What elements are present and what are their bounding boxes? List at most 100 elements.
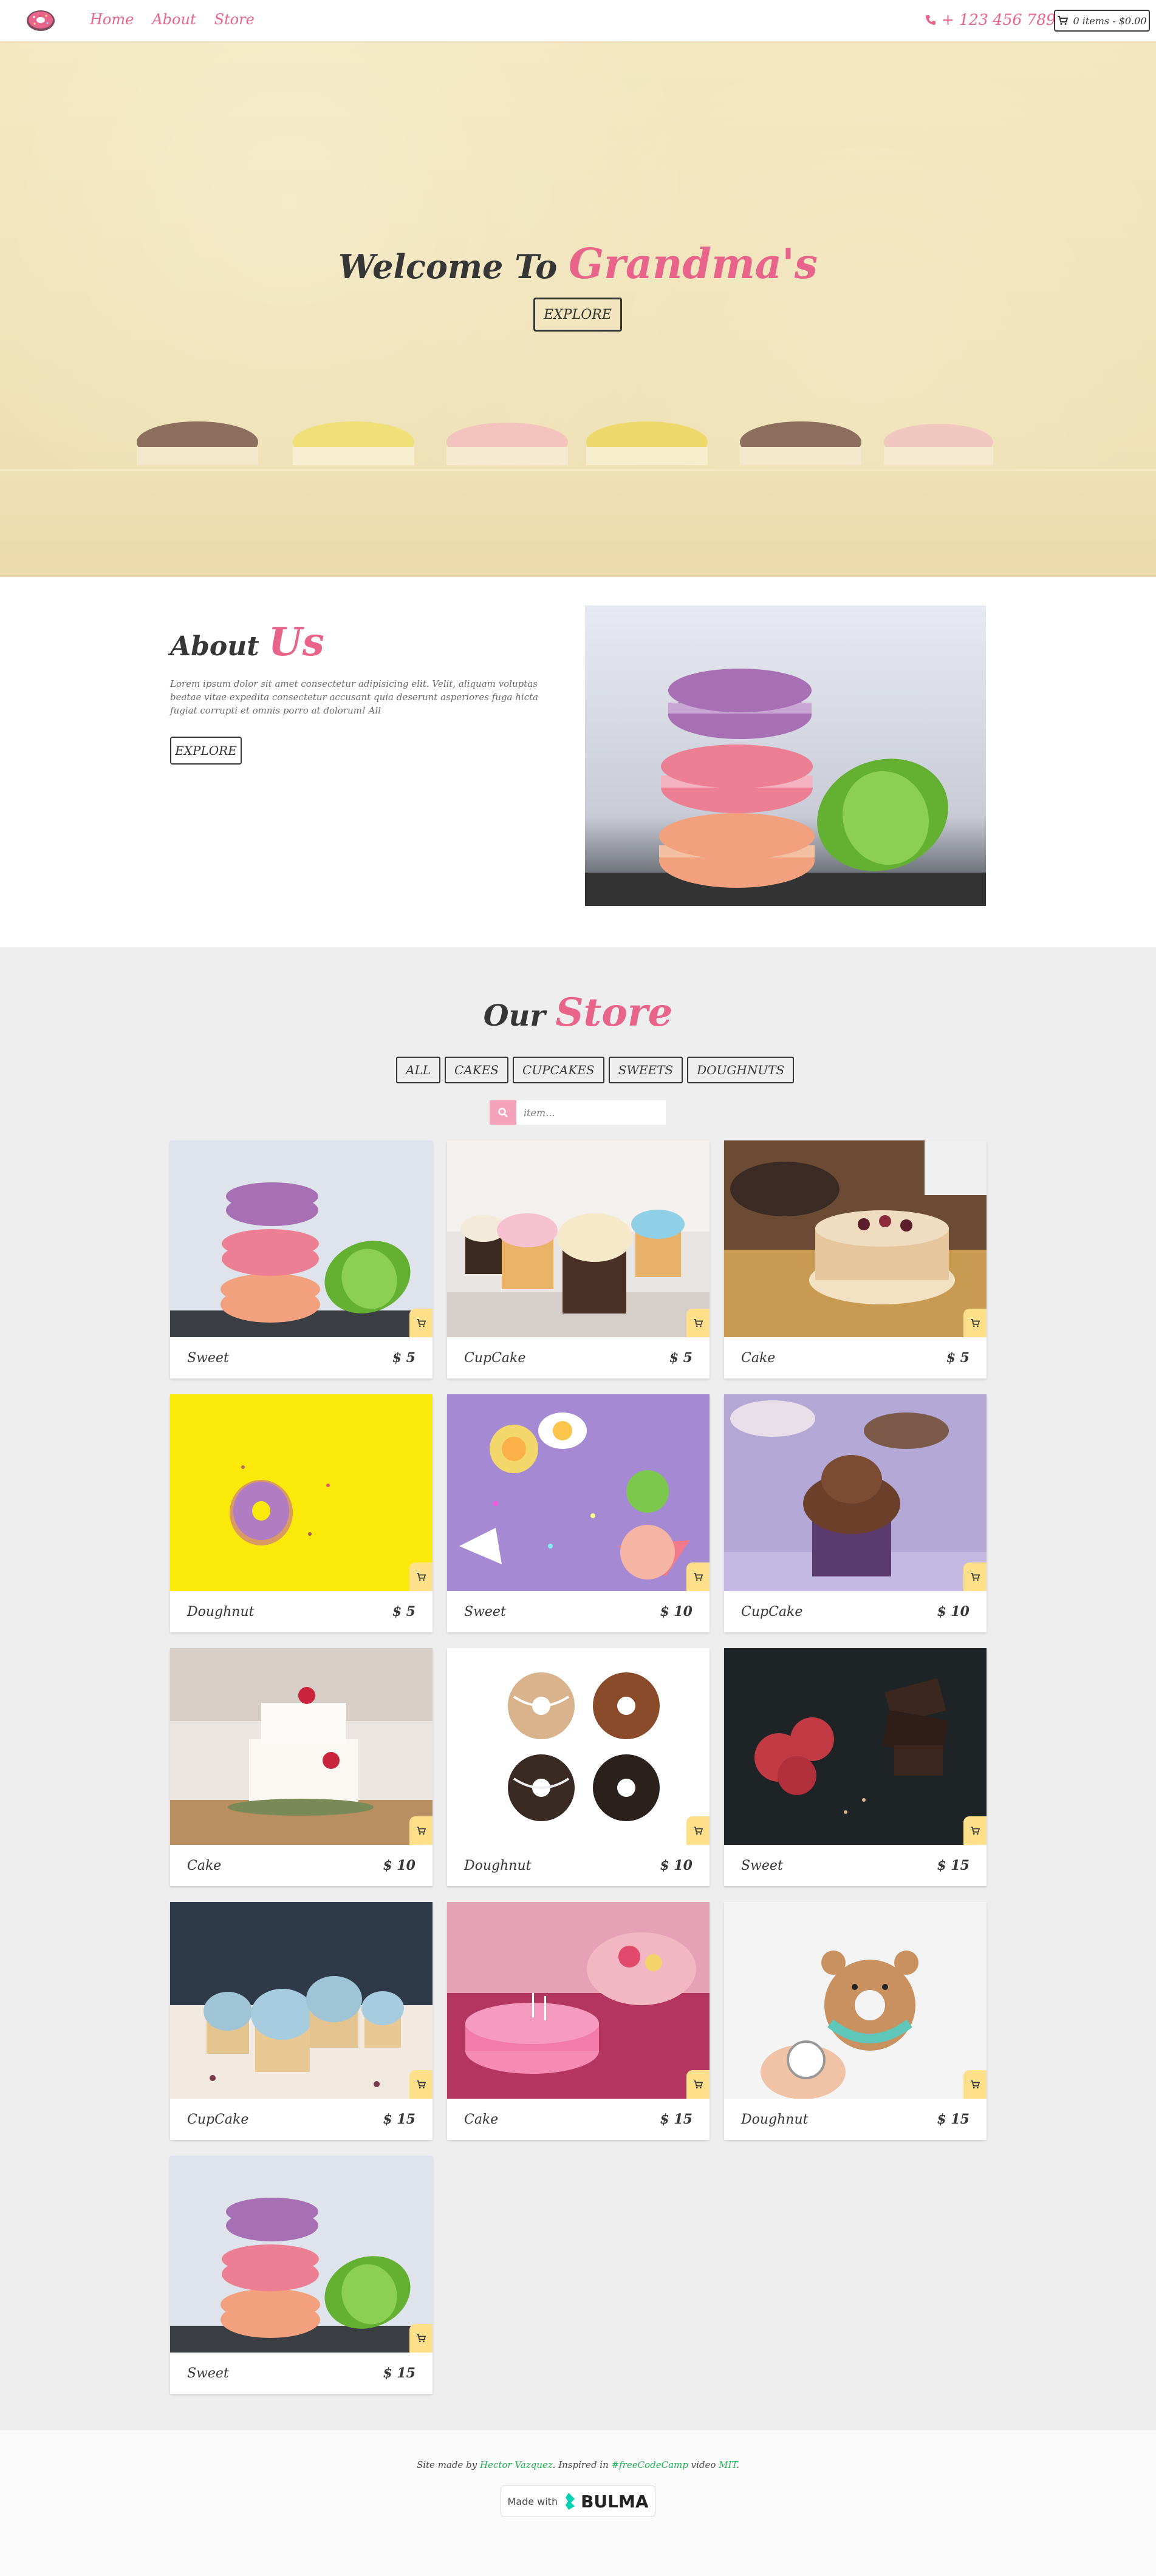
add-to-cart-button[interactable]: [409, 1816, 433, 1845]
phone-icon: [926, 15, 935, 25]
add-to-cart-button[interactable]: [686, 1562, 710, 1591]
add-to-cart-button[interactable]: [963, 1309, 987, 1337]
search-input[interactable]: [516, 1100, 666, 1125]
filter-sweets-button[interactable]: SWEETS: [608, 1057, 683, 1083]
product-image[interactable]: [724, 1902, 987, 2099]
product-info: Sweet $ 10: [447, 1591, 710, 1632]
about-explore-button[interactable]: EXPLORE: [170, 737, 242, 765]
add-to-cart-button[interactable]: [963, 2070, 987, 2099]
product-card: Sweet $ 5: [170, 1140, 433, 1378]
product-image[interactable]: [724, 1648, 987, 1845]
product-card: Doughnut $ 5: [170, 1394, 433, 1632]
nav-links: Home About Store: [90, 11, 255, 28]
add-to-cart-button[interactable]: [409, 2070, 433, 2099]
nav-store[interactable]: Store: [214, 11, 255, 28]
product-image[interactable]: [447, 1394, 710, 1591]
product-info: Doughnut $ 10: [447, 1845, 710, 1886]
product-image[interactable]: [170, 1648, 433, 1845]
footer-text-4: .: [736, 2459, 740, 2470]
cart-icon: [694, 1826, 703, 1835]
nav-home[interactable]: Home: [90, 11, 134, 28]
cart-icon: [694, 1318, 703, 1327]
add-to-cart-button[interactable]: [409, 2324, 433, 2353]
hero-title: Welcome To Grandma's: [0, 240, 1156, 288]
product-price: $ 10: [937, 1604, 970, 1620]
product-price: $ 15: [937, 1858, 970, 1873]
product-name: Doughnut: [741, 2111, 809, 2127]
product-image[interactable]: [447, 1648, 710, 1845]
product-image[interactable]: [170, 2156, 433, 2353]
about-title: About Us: [170, 619, 324, 665]
cart-button[interactable]: 0 items - $0.00: [1054, 10, 1150, 32]
product-image[interactable]: [170, 1902, 433, 2099]
add-to-cart-button[interactable]: [409, 1309, 433, 1337]
cart-icon: [417, 2080, 426, 2088]
product-price: $ 5: [392, 1350, 416, 1366]
cart-icon: [417, 2334, 426, 2342]
cart-icon: [971, 1826, 980, 1835]
made-with-bulma-badge[interactable]: Made with BULMA: [501, 2486, 655, 2517]
add-to-cart-button[interactable]: [686, 1309, 710, 1337]
product-info: Cake $ 5: [724, 1337, 987, 1378]
product-price: $ 10: [660, 1604, 693, 1620]
filter-all-button[interactable]: ALL: [396, 1057, 441, 1083]
add-to-cart-button[interactable]: [686, 1816, 710, 1845]
product-image[interactable]: [447, 1902, 710, 2099]
product-name: Sweet: [187, 1350, 229, 1366]
product-name: Cake: [187, 1858, 222, 1873]
product-card: Doughnut $ 10: [447, 1648, 710, 1886]
product-info: CupCake $ 5: [447, 1337, 710, 1378]
filter-bar: ALL CAKES CUPCAKES SWEETS DOUGHNUTS: [396, 1057, 795, 1083]
add-to-cart-button[interactable]: [963, 1562, 987, 1591]
cart-icon: [1058, 16, 1069, 25]
footer-text-3: video: [688, 2459, 719, 2470]
about-title-accent: Us: [268, 619, 324, 665]
cart-icon: [417, 1826, 426, 1835]
product-name: CupCake: [464, 1350, 526, 1366]
bulma-logo: BULMA: [565, 2492, 649, 2512]
cart-icon: [971, 2080, 980, 2088]
product-card: Cake $ 15: [447, 1902, 710, 2140]
product-image[interactable]: [170, 1394, 433, 1591]
product-image[interactable]: [447, 1140, 710, 1337]
footer-credits: Site made by Hector Vazquez. Inspired in…: [0, 2459, 1156, 2470]
nav-about[interactable]: About: [152, 11, 196, 28]
add-to-cart-button[interactable]: [963, 1816, 987, 1845]
filter-cakes-button[interactable]: CAKES: [445, 1057, 509, 1083]
hero-explore-button[interactable]: EXPLORE: [533, 298, 622, 332]
product-price: $ 5: [669, 1350, 693, 1366]
search-bar: [490, 1100, 666, 1125]
freecodecamp-link[interactable]: #freeCodeCamp: [612, 2459, 688, 2470]
product-price: $ 15: [383, 2365, 416, 2381]
hero-title-accent: Grandma's: [569, 240, 818, 288]
phone-link[interactable]: + 123 456 789: [925, 11, 1056, 29]
filter-cupcakes-button[interactable]: CUPCAKES: [513, 1057, 604, 1083]
cart-icon: [417, 1318, 426, 1327]
author-link[interactable]: Hector Vazquez: [480, 2459, 553, 2470]
cart-icon: [694, 2080, 703, 2088]
add-to-cart-button[interactable]: [409, 1562, 433, 1591]
product-image[interactable]: [724, 1394, 987, 1591]
add-to-cart-button[interactable]: [686, 2070, 710, 2099]
product-card: Sweet $ 15: [170, 2156, 433, 2394]
product-name: Cake: [464, 2111, 499, 2127]
product-info: Sweet $ 15: [170, 2353, 433, 2394]
mit-link[interactable]: MIT: [719, 2459, 736, 2470]
product-name: Sweet: [741, 1858, 783, 1873]
product-name: CupCake: [741, 1604, 803, 1620]
product-name: Cake: [741, 1350, 776, 1366]
product-image[interactable]: [724, 1140, 987, 1337]
cart-icon: [417, 1572, 426, 1581]
product-info: Sweet $ 15: [724, 1845, 987, 1886]
product-name: CupCake: [187, 2111, 249, 2127]
donut-logo[interactable]: [26, 9, 56, 33]
product-info: CupCake $ 10: [724, 1591, 987, 1632]
product-image[interactable]: [170, 1140, 433, 1337]
store-title: Our Store: [0, 990, 1156, 1035]
product-info: Doughnut $ 15: [724, 2099, 987, 2140]
product-card: CupCake $ 5: [447, 1140, 710, 1378]
filter-doughnuts-button[interactable]: DOUGHNUTS: [687, 1057, 795, 1083]
cart-icon: [971, 1318, 980, 1327]
search-button[interactable]: [490, 1100, 516, 1125]
about-text: Lorem ipsum dolor sit amet consectetur a…: [170, 678, 539, 716]
